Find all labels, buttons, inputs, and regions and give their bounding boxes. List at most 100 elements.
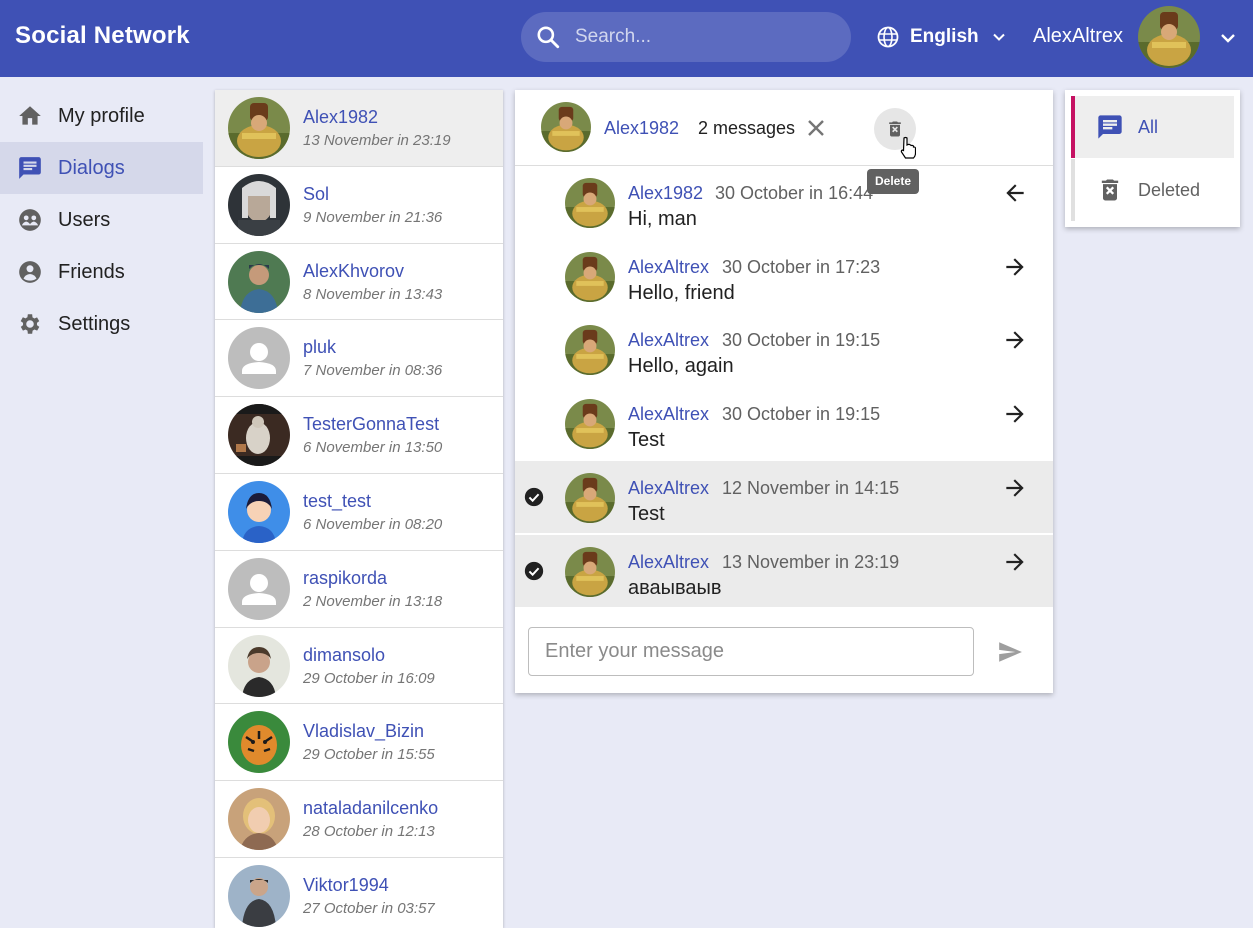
message-avatar <box>565 473 615 523</box>
dialog-item[interactable]: Sol 9 November in 21:36 <box>215 167 503 244</box>
dialog-avatar <box>228 327 290 390</box>
message-author[interactable]: AlexAltrex <box>628 478 709 499</box>
message-time: 30 October in 19:15 <box>722 404 881 424</box>
chat-partner-name[interactable]: Alex1982 <box>604 118 679 139</box>
sidebar-item-settings[interactable]: Settings <box>0 298 203 350</box>
sidebar-item-my-profile[interactable]: My profile <box>0 90 203 142</box>
dialog-item[interactable]: raspikorda 2 November in 13:18 <box>215 551 503 628</box>
dialog-avatar <box>228 634 290 697</box>
dialog-avatar <box>228 557 290 620</box>
close-icon[interactable] <box>804 116 828 140</box>
home-icon <box>19 106 41 125</box>
app-title[interactable]: Social Network <box>15 22 190 50</box>
message-text: Hello, again <box>628 355 734 377</box>
dialog-item[interactable]: TesterGonnaTest 6 November in 13:50 <box>215 397 503 474</box>
dialog-item[interactable]: dimansolo 29 October in 16:09 <box>215 628 503 705</box>
filter-deleted[interactable]: Deleted <box>1071 159 1234 221</box>
dialog-date: 28 October in 12:13 <box>303 823 435 841</box>
search-box[interactable] <box>521 12 851 62</box>
message-avatar <box>565 252 615 302</box>
sidebar-item-label: Dialogs <box>58 156 125 179</box>
chat-partner-avatar[interactable] <box>541 102 591 152</box>
dialog-date: 8 November in 13:43 <box>303 285 443 303</box>
message-author[interactable]: AlexAltrex <box>628 404 709 425</box>
hand-cursor-icon <box>900 136 916 159</box>
dialog-item[interactable]: AlexKhvorov 8 November in 13:43 <box>215 244 503 321</box>
dialog-item[interactable]: Vladislav_Bizin 29 October in 15:55 <box>215 704 503 782</box>
chevron-down-icon <box>992 33 1005 41</box>
message-time: 13 November in 23:19 <box>722 552 900 572</box>
message-row[interactable]: AlexAltrex 12 November in 14:15 Test <box>515 461 1053 533</box>
delete-tooltip: Delete <box>867 169 920 194</box>
chat-header: Alex1982 2 messages <box>515 90 1053 166</box>
filter-label: All <box>1138 116 1159 137</box>
search-input[interactable] <box>575 12 835 62</box>
dialog-item[interactable]: Alex1982 13 November in 23:19 <box>215 90 503 167</box>
message-author[interactable]: Alex1982 <box>628 183 703 204</box>
chat-icon <box>1098 115 1122 139</box>
dialog-avatar <box>228 788 290 851</box>
dialog-date: 7 November in 08:36 <box>303 362 443 380</box>
search-icon <box>537 26 560 49</box>
message-avatar <box>565 399 615 449</box>
message-text: Hello, friend <box>628 282 735 304</box>
dialog-item[interactable]: test_test 6 November in 08:20 <box>215 474 503 551</box>
dialog-avatar <box>228 97 290 159</box>
message-author[interactable]: AlexAltrex <box>628 257 709 278</box>
sidebar-item-label: Settings <box>58 312 131 335</box>
sidebar-item-friends[interactable]: Friends <box>0 246 203 298</box>
dialog-avatar <box>228 864 290 927</box>
dialog-date: 6 November in 08:20 <box>303 515 443 533</box>
globe-icon <box>877 26 899 48</box>
language-selector[interactable]: English <box>876 24 1009 50</box>
message-row[interactable]: AlexAltrex 13 November in 23:19 аваываыв <box>515 535 1053 607</box>
dialog-name: TesterGonnaTest <box>303 414 440 435</box>
message-author[interactable]: AlexAltrex <box>628 330 709 351</box>
message-row[interactable]: AlexAltrex 30 October in 19:15 Hello, ag… <box>515 313 1053 385</box>
message-filter-panel: All Deleted <box>1065 90 1240 227</box>
message-row[interactable]: Alex1982 30 October in 16:44 Hi, man <box>515 166 1053 238</box>
dialog-name: pluk <box>303 337 337 358</box>
message-text: Test <box>628 503 665 525</box>
message-row[interactable]: AlexAltrex 30 October in 19:15 Test <box>515 387 1053 459</box>
current-username[interactable]: AlexAltrex <box>1033 25 1123 48</box>
sidebar-item-dialogs[interactable]: Dialogs <box>0 142 203 194</box>
chat-icon <box>19 157 41 179</box>
dialog-name: AlexKhvorov <box>303 260 405 281</box>
message-time: 12 November in 14:15 <box>722 478 900 498</box>
arrow-right-icon <box>1006 258 1024 276</box>
arrow-right-icon <box>1006 553 1024 571</box>
dialog-avatar <box>228 250 290 313</box>
check-circle-icon[interactable] <box>523 486 545 508</box>
sidebar-item-users[interactable]: Users <box>0 194 203 246</box>
gear-icon <box>20 314 40 334</box>
dialog-item[interactable]: nataladanilcenko 28 October in 12:13 <box>215 781 503 858</box>
dialog-list: Alex1982 13 November in 23:19 Sol 9 Nove… <box>215 90 503 928</box>
send-icon[interactable] <box>995 639 1025 665</box>
dialog-avatar <box>228 404 290 467</box>
user-avatar[interactable] <box>1138 6 1200 68</box>
message-avatar <box>565 178 615 228</box>
dialog-item[interactable]: Viktor1994 27 October in 03:57 <box>215 858 503 928</box>
filter-all[interactable]: All <box>1071 96 1234 158</box>
dialog-avatar <box>228 173 290 236</box>
message-text: Hi, man <box>628 208 697 230</box>
message-time: 30 October in 19:15 <box>722 330 881 350</box>
dialog-name: raspikorda <box>303 567 388 588</box>
arrow-right-icon <box>1006 405 1024 423</box>
message-input[interactable] <box>529 628 973 675</box>
chat-panel: Alex1982 2 messages Delete Alex1982 30 O… <box>515 90 1053 693</box>
dialog-avatar <box>228 711 290 774</box>
message-author[interactable]: AlexAltrex <box>628 552 709 573</box>
message-row[interactable]: AlexAltrex 30 October in 17:23 Hello, fr… <box>515 240 1053 312</box>
check-circle-icon[interactable] <box>523 560 545 582</box>
message-avatar <box>565 547 615 597</box>
user-menu-chevron-icon[interactable] <box>1216 26 1240 50</box>
app-header: Social Network English AlexAltrex <box>0 0 1253 77</box>
message-text: Test <box>628 429 665 451</box>
dialog-date: 29 October in 15:55 <box>303 746 435 764</box>
dialog-item[interactable]: pluk 7 November in 08:36 <box>215 320 503 398</box>
dialog-name: Viktor1994 <box>303 874 389 895</box>
sidebar-item-label: Friends <box>58 260 125 283</box>
dialog-name: test_test <box>303 490 372 511</box>
